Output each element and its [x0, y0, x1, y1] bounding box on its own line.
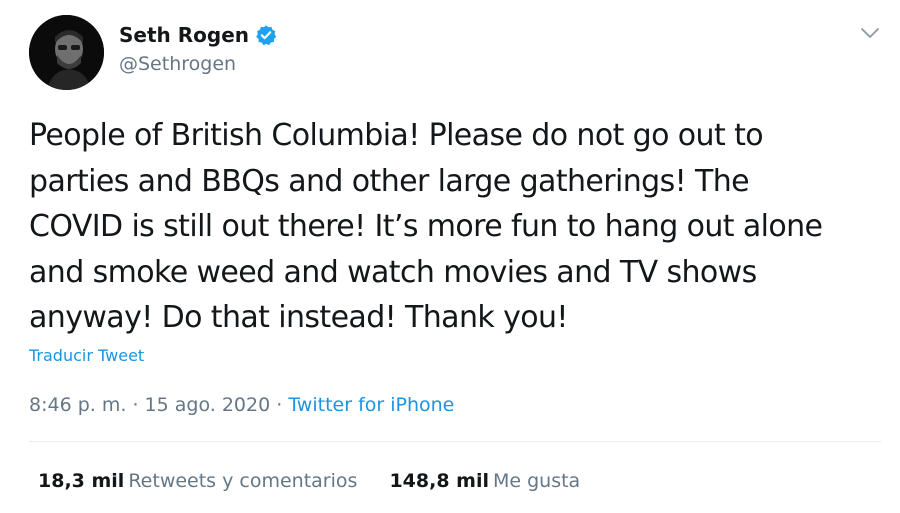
likes-count: 148,8 mil [389, 470, 489, 492]
tweet-text-line: anyway! Do that instead! Thank you! [29, 300, 568, 335]
tweet-metadata: 8:46 p. m. · 15 ago. 2020 · Twitter for … [29, 394, 454, 416]
likes-label: Me gusta [492, 470, 581, 492]
tweet-options-button[interactable] [856, 20, 884, 46]
tweet-text-line: and smoke weed and watch movies and TV s… [29, 254, 757, 290]
divider [29, 441, 881, 442]
tweet-time[interactable]: 8:46 p. m. [29, 394, 126, 416]
retweets-count: 18,3 mil [38, 470, 125, 492]
avatar-photo [29, 15, 104, 90]
verified-badge-icon [256, 25, 277, 46]
meta-separator: · [276, 394, 283, 416]
tweet-source-link[interactable]: Twitter for iPhone [288, 394, 454, 416]
retweets-stat[interactable]: 18,3 mil Retweets y comentarios [38, 470, 357, 492]
tweet-text-line: parties and BBQs and other large gatheri… [29, 163, 750, 199]
user-handle[interactable]: @Sethrogen [119, 53, 236, 75]
tweet-date[interactable]: 15 ago. 2020 [145, 394, 271, 416]
chevron-down-icon [861, 28, 879, 38]
avatar[interactable] [29, 15, 104, 90]
author-name-row[interactable]: Seth Rogen [119, 23, 277, 47]
translate-tweet-link[interactable]: Traducir Tweet [29, 346, 144, 365]
tweet-text: People of British Columbia! Please do no… [29, 113, 889, 341]
tweet-text-line: COVID is still out there! It’s more fun … [29, 209, 823, 244]
tweet-stats: 18,3 mil Retweets y comentarios 148,8 mil… [38, 470, 580, 492]
meta-separator: · [132, 394, 139, 416]
tweet-text-line: People of British Columbia! Please do no… [29, 118, 764, 153]
tweet-card: Seth Rogen @Sethrogen People of British … [0, 0, 900, 513]
display-name[interactable]: Seth Rogen [119, 23, 249, 47]
retweets-label: Retweets y comentarios [128, 470, 358, 492]
likes-stat[interactable]: 148,8 mil Me gusta [389, 470, 580, 492]
